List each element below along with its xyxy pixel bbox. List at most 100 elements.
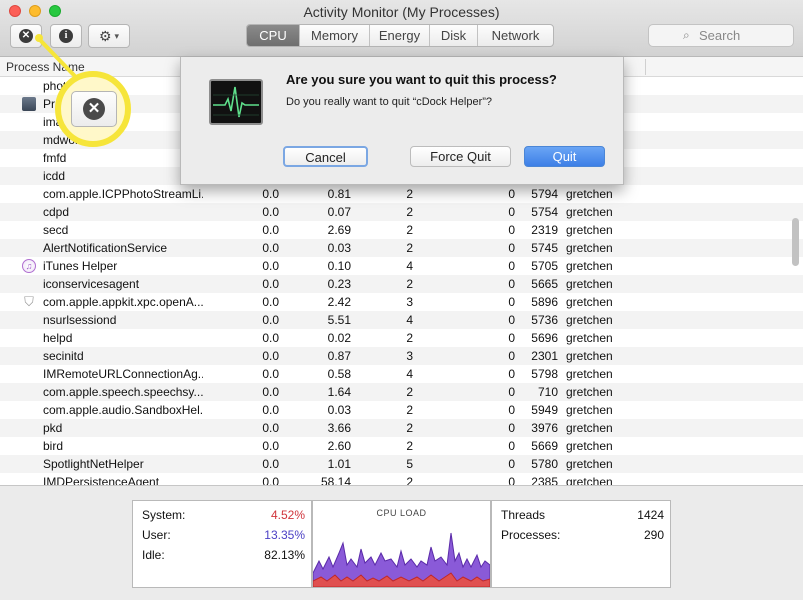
cancel-button[interactable]: Cancel — [283, 146, 368, 167]
tab-energy[interactable]: Energy — [369, 25, 429, 46]
process-name-cell: com.apple.audio.SandboxHel... — [43, 403, 203, 417]
pid-cell: 5736 — [531, 313, 558, 327]
table-row[interactable]: pkd 0.0 3.66 2 0 3976 gretchen — [0, 419, 803, 437]
user-cell: gretchen — [566, 241, 613, 255]
threads-value: 1424 — [637, 508, 664, 522]
user-cell: gretchen — [566, 367, 613, 381]
column-divider — [645, 59, 646, 75]
cpu-percent-cell: 0.0 — [262, 241, 279, 255]
table-row[interactable]: com.apple.ICPPhotoStreamLi... 0.0 0.81 2 0 57… — [0, 185, 803, 203]
table-row[interactable]: ⛉ com.apple.appkit.xpc.openA... 0.0 2.42 3 0 5… — [0, 293, 803, 311]
idle-wakeups-cell: 0 — [508, 223, 515, 237]
threads-cell: 2 — [406, 421, 413, 435]
process-name-cell: helpd — [43, 331, 73, 345]
user-cell: gretchen — [566, 313, 613, 327]
tab-disk[interactable]: Disk — [429, 25, 477, 46]
table-row[interactable]: secinitd 0.0 0.87 3 0 2301 gretchen — [0, 347, 803, 365]
process-name-cell: iconservicesagent — [43, 277, 140, 291]
cpu-percent-cell: 0.0 — [262, 349, 279, 363]
x-circle-icon: ✕ — [19, 29, 33, 43]
cpu-load-graph: CPU LOAD — [312, 500, 491, 588]
processes-value: 290 — [643, 528, 664, 542]
chevron-down-icon: ▾ — [114, 30, 120, 41]
process-name-cell: pkd — [43, 421, 63, 435]
user-cell: gretchen — [566, 223, 613, 237]
threads-cell: 2 — [406, 439, 413, 453]
cpu-time-cell: 0.10 — [327, 259, 351, 273]
user-cell: gretchen — [566, 187, 613, 201]
table-row[interactable]: AlertNotificationService 0.0 0.03 2 0 5745 gre… — [0, 239, 803, 257]
idle-wakeups-cell: 0 — [508, 205, 515, 219]
table-row[interactable]: helpd 0.0 0.02 2 0 5696 gretchen — [0, 329, 803, 347]
idle-wakeups-cell: 0 — [508, 187, 515, 201]
table-row[interactable]: bird 0.0 2.60 2 0 5669 gretchen — [0, 437, 803, 455]
table-row[interactable]: SpotlightNetHelper 0.0 1.01 5 0 5780 gretchen — [0, 455, 803, 473]
tab-memory[interactable]: Memory — [299, 25, 369, 46]
threads-cell: 2 — [406, 475, 413, 485]
process-name-cell: fmfd — [43, 151, 67, 165]
table-row[interactable]: ♫ iTunes Helper 0.0 0.10 4 0 5705 gretchen — [0, 257, 803, 275]
idle-wakeups-cell: 0 — [508, 439, 515, 453]
activity-monitor-icon — [209, 79, 263, 125]
force-quit-button[interactable]: Force Quit — [410, 146, 511, 167]
category-tabs: CPU Memory Energy Disk Network — [246, 24, 554, 47]
callout-magnifier: ✕ — [55, 71, 131, 147]
search-placeholder: Search — [699, 28, 741, 43]
threads-cell: 3 — [406, 295, 413, 309]
idle-wakeups-cell: 0 — [508, 385, 515, 399]
idle-row: Idle: 82.13% — [142, 548, 305, 564]
processes-row: Processes: 290 — [501, 528, 664, 544]
system-row: System: 4.52% — [142, 508, 305, 524]
pid-cell: 5754 — [531, 205, 558, 219]
user-cell: gretchen — [566, 439, 613, 453]
table-row[interactable]: IMDPersistenceAgent 0.0 58.14 2 0 2385 gretche… — [0, 473, 803, 485]
process-name-cell: SpotlightNetHelper — [43, 457, 144, 471]
threads-cell: 2 — [406, 403, 413, 417]
cpu-percent-cell: 0.0 — [262, 259, 279, 273]
process-name-cell: IMDPersistenceAgent — [43, 475, 160, 485]
threads-cell: 4 — [406, 367, 413, 381]
search-field[interactable]: ⌕ Search — [648, 24, 794, 47]
action-menu-button[interactable]: ⚙ ▾ — [88, 24, 130, 48]
tab-cpu[interactable]: CPU — [247, 25, 299, 46]
cpu-percent-cell: 0.0 — [262, 439, 279, 453]
table-row[interactable]: secd 0.0 2.69 2 0 2319 gretchen — [0, 221, 803, 239]
process-name-cell: com.apple.ICPPhotoStreamLi... — [43, 187, 203, 201]
quit-button[interactable]: Quit — [524, 146, 605, 167]
user-cell: gretchen — [566, 349, 613, 363]
table-row[interactable]: com.apple.audio.SandboxHel... 0.0 0.03 2 0 59… — [0, 401, 803, 419]
threads-cell: 2 — [406, 187, 413, 201]
threads-cell: 2 — [406, 277, 413, 291]
tab-network[interactable]: Network — [477, 25, 553, 46]
table-row[interactable]: iconservicesagent 0.0 0.23 2 0 5665 gretchen — [0, 275, 803, 293]
threads-cell: 2 — [406, 223, 413, 237]
process-name-cell: cdpd — [43, 205, 70, 219]
cpu-time-cell: 3.66 — [327, 421, 351, 435]
cpu-load-label: CPU LOAD — [376, 508, 427, 518]
table-row[interactable]: nsurlsessiond 0.0 5.51 4 0 5736 gretchen — [0, 311, 803, 329]
cpu-time-cell: 2.69 — [327, 223, 351, 237]
cpu-time-cell: 58.14 — [320, 475, 351, 485]
table-row[interactable]: cdpd 0.0 0.07 2 0 5754 gretchen — [0, 203, 803, 221]
threads-cell: 4 — [406, 313, 413, 327]
cpu-percent-cell: 0.0 — [262, 421, 279, 435]
threads-box: Threads 1424 Processes: 290 — [491, 500, 671, 588]
table-row[interactable]: IMRemoteURLConnectionAg... 0.0 0.58 4 0 5798 g… — [0, 365, 803, 383]
scrollbar-thumb[interactable] — [792, 218, 799, 266]
table-row[interactable]: com.apple.speech.speechsy... 0.0 1.64 2 0 710… — [0, 383, 803, 401]
cpu-percent-cell: 0.0 — [262, 385, 279, 399]
process-name-cell: com.apple.appkit.xpc.openA... — [43, 295, 203, 309]
cpu-percent-cell: 0.0 — [262, 205, 279, 219]
threads-cell: 4 — [406, 259, 413, 273]
idle-wakeups-cell: 0 — [508, 367, 515, 381]
inspect-process-button[interactable]: i — [50, 24, 82, 48]
threads-row: Threads 1424 — [501, 508, 664, 524]
cpu-usage-box: System: 4.52% User: 13.35% Idle: 82.13% — [132, 500, 312, 588]
cpu-percent-cell: 0.0 — [262, 277, 279, 291]
search-icon: ⌕ — [683, 28, 690, 42]
cpu-time-cell: 0.07 — [327, 205, 351, 219]
idle-wakeups-cell: 0 — [508, 457, 515, 471]
cpu-time-cell: 2.42 — [327, 295, 351, 309]
cpu-time-cell: 0.81 — [327, 187, 351, 201]
toolbar: Activity Monitor (My Processes) ✕ i ⚙ ▾ … — [0, 0, 803, 57]
